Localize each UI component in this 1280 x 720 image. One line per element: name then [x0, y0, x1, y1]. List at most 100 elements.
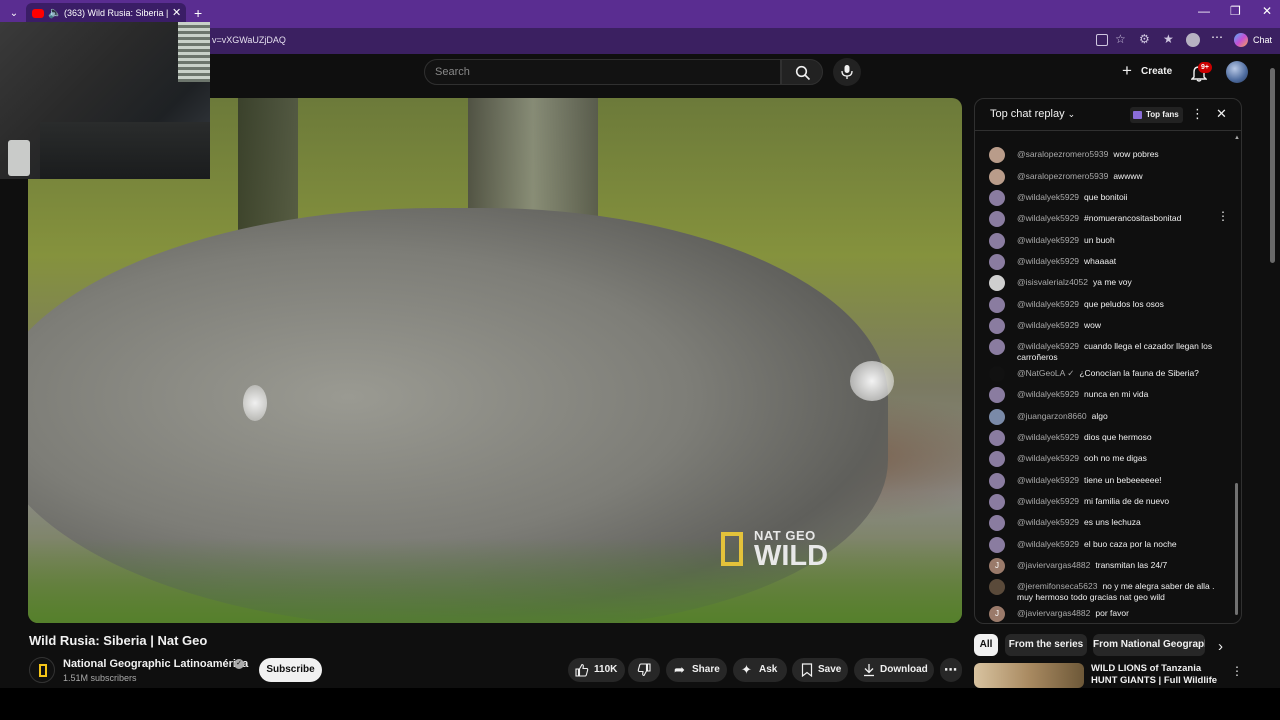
chat-more-icon[interactable]: ⋮: [1191, 106, 1204, 122]
chat-author-avatar[interactable]: [989, 387, 1005, 403]
tab-list-icon[interactable]: ⌄: [6, 6, 22, 22]
chat-author-avatar[interactable]: [989, 275, 1005, 291]
download-button[interactable]: Download: [854, 658, 934, 682]
chat-author[interactable]: @wildalyek5929: [1017, 539, 1079, 549]
channel-name[interactable]: National Geographic Latinoamérica: [63, 658, 248, 670]
search-button[interactable]: [781, 59, 823, 85]
subscriber-count: 1.51M subscribers: [63, 673, 137, 683]
chat-author[interactable]: @isisvalerialz4052: [1017, 277, 1088, 287]
chat-author[interactable]: @wildalyek5929: [1017, 192, 1079, 202]
browser-menu-icon[interactable]: ⋯: [1211, 30, 1223, 44]
chat-author-avatar[interactable]: [989, 190, 1005, 206]
chat-message-text: el buo caza por la noche: [1084, 539, 1177, 549]
recommended-video-thumbnail[interactable]: [974, 663, 1084, 688]
chat-author[interactable]: @wildalyek5929: [1017, 256, 1079, 266]
chat-author[interactable]: @wildalyek5929: [1017, 475, 1079, 485]
dandelion: [243, 385, 267, 421]
live-chat-replay: Top chat replay ⌄ Top fans ⋮ ✕ ▲ @saralo…: [974, 98, 1242, 624]
create-button[interactable]: + Create: [1118, 60, 1176, 84]
chat-author-avatar[interactable]: [989, 254, 1005, 270]
chat-author[interactable]: @wildalyek5929: [1017, 453, 1079, 463]
chat-author-avatar[interactable]: [989, 430, 1005, 446]
chat-author[interactable]: @wildalyek5929: [1017, 517, 1079, 527]
chat-author[interactable]: @juangarzon8660: [1017, 411, 1087, 421]
ask-button[interactable]: ✦ Ask: [733, 658, 787, 682]
chat-close-icon[interactable]: ✕: [1216, 106, 1227, 122]
chat-author-avatar[interactable]: [989, 169, 1005, 185]
chat-author[interactable]: @wildalyek5929: [1017, 432, 1079, 442]
like-button[interactable]: 110K: [568, 658, 625, 682]
chat-author-avatar[interactable]: [989, 515, 1005, 531]
chat-author[interactable]: @wildalyek5929: [1017, 341, 1079, 351]
chat-author[interactable]: @javiervargas4882: [1017, 560, 1090, 570]
voice-search-button[interactable]: [833, 58, 861, 86]
chat-message-text: que bonitoii: [1084, 192, 1128, 202]
minimize-icon[interactable]: —: [1198, 4, 1210, 18]
new-tab-button[interactable]: +: [194, 5, 202, 21]
page-scrollbar-thumb[interactable]: [1270, 68, 1275, 263]
copilot-icon[interactable]: [1234, 33, 1248, 47]
profile-avatar[interactable]: [1186, 33, 1200, 47]
chat-author[interactable]: @NatGeoLA ✓: [1017, 368, 1074, 378]
chat-author-avatar[interactable]: [989, 297, 1005, 313]
mic-icon: [841, 65, 853, 79]
close-tab-icon[interactable]: ✕: [172, 6, 181, 19]
chip-all[interactable]: All: [974, 634, 998, 656]
more-actions-button[interactable]: ⋯: [940, 658, 962, 682]
share-button[interactable]: ➦ Share: [666, 658, 727, 682]
chat-author[interactable]: @wildalyek5929: [1017, 235, 1079, 245]
dislike-button[interactable]: [628, 658, 660, 682]
favorites-icon[interactable]: ★: [1163, 32, 1174, 46]
webcam-desk: [40, 122, 210, 179]
chat-author-avatar[interactable]: J: [989, 558, 1005, 574]
recommended-more-icon[interactable]: ⋮: [1231, 664, 1243, 678]
chat-author[interactable]: @saralopezromero5939: [1017, 171, 1108, 181]
chat-author-avatar[interactable]: [989, 233, 1005, 249]
chat-author[interactable]: @wildalyek5929: [1017, 389, 1079, 399]
chat-author-avatar[interactable]: [989, 451, 1005, 467]
search-input[interactable]: Search: [435, 66, 470, 78]
chat-author-avatar[interactable]: [989, 318, 1005, 334]
chat-message-text: que peludos los osos: [1084, 299, 1164, 309]
chat-author-avatar[interactable]: J: [989, 606, 1005, 622]
mute-icon[interactable]: 🔈: [48, 6, 62, 19]
chat-author[interactable]: @wildalyek5929: [1017, 320, 1079, 330]
chat-author-avatar[interactable]: [989, 211, 1005, 227]
top-fans-button[interactable]: Top fans: [1130, 107, 1183, 123]
chat-author[interactable]: @javiervargas4882: [1017, 608, 1090, 618]
account-avatar[interactable]: [1226, 61, 1248, 83]
chat-author-avatar[interactable]: [989, 473, 1005, 489]
page-scrollbar[interactable]: [1268, 58, 1276, 688]
chat-author-avatar[interactable]: [989, 147, 1005, 163]
copilot-label[interactable]: Chat: [1253, 35, 1272, 45]
channel-avatar[interactable]: [29, 657, 55, 683]
chat-mode-dropdown[interactable]: Top chat replay ⌄: [990, 108, 1075, 120]
chat-author-avatar[interactable]: [989, 579, 1005, 595]
subscribe-button[interactable]: Subscribe: [259, 658, 322, 682]
chat-author[interactable]: @jeremifonseca5623: [1017, 581, 1097, 591]
chip-from-the-series[interactable]: From the series: [1005, 634, 1087, 656]
chat-author-avatar[interactable]: [989, 339, 1005, 355]
chat-author-avatar[interactable]: [989, 366, 1005, 382]
chat-author[interactable]: @wildalyek5929: [1017, 213, 1079, 223]
restore-icon[interactable]: ❐: [1230, 4, 1241, 18]
chat-author[interactable]: @saralopezromero5939: [1017, 149, 1108, 159]
chips-next-icon[interactable]: ›: [1218, 638, 1223, 655]
chat-author-avatar[interactable]: [989, 494, 1005, 510]
chat-scrollbar[interactable]: [1235, 483, 1238, 615]
chat-author[interactable]: @wildalyek5929: [1017, 299, 1079, 309]
search-box[interactable]: Search: [424, 59, 781, 85]
url-text[interactable]: v=vXGWaUZjDAQ: [212, 35, 286, 45]
watermark-line2: WILD: [754, 540, 829, 572]
app-icon[interactable]: [1096, 34, 1108, 46]
save-button[interactable]: Save: [792, 658, 848, 682]
favorite-star-icon[interactable]: ☆: [1115, 32, 1126, 46]
close-icon[interactable]: ✕: [1262, 4, 1272, 18]
extensions-icon[interactable]: ⚙: [1139, 32, 1150, 46]
chat-author[interactable]: @wildalyek5929: [1017, 496, 1079, 506]
chat-author-avatar[interactable]: [989, 537, 1005, 553]
chat-author-avatar[interactable]: [989, 409, 1005, 425]
chat-message-more-icon[interactable]: ⋮: [1217, 210, 1229, 222]
notifications-button[interactable]: 9+: [1188, 60, 1214, 86]
chip-from-national-geographic[interactable]: From National Geographic: [1093, 634, 1205, 656]
